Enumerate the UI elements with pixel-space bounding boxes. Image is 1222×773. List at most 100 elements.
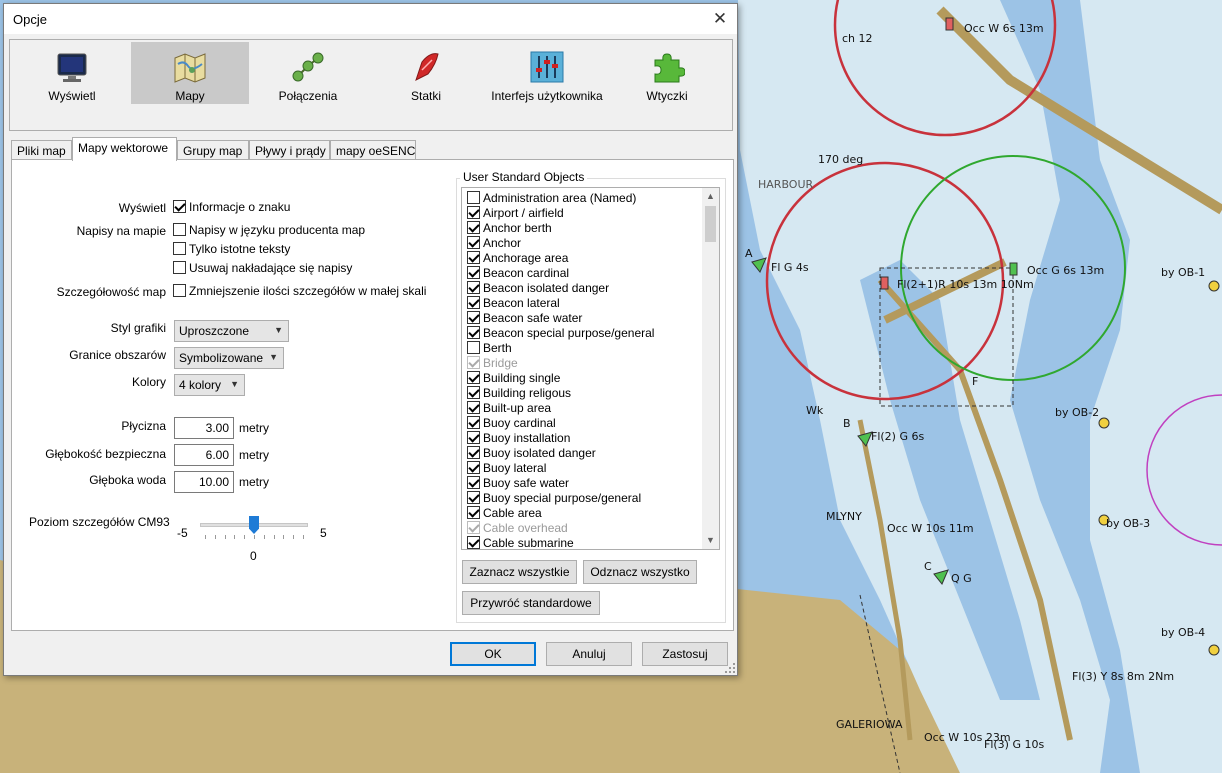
checkbox-box[interactable] [467,236,480,249]
sliders-icon [530,51,564,83]
toolbar-item-connections[interactable]: Połączenia [249,42,367,104]
graphic-style-select[interactable]: Uproszczone ▼ [174,320,289,342]
list-item[interactable]: Anchorage area [467,251,568,266]
restore-defaults-button[interactable]: Przywróć standardowe [462,591,600,615]
scroll-thumb[interactable] [705,206,716,242]
dialog-title: Opcje [13,12,47,27]
deep-water-input[interactable]: 10.00 [174,471,234,493]
ok-button[interactable]: OK [450,642,536,666]
important-text-only-checkbox[interactable]: Tylko istotne teksty [173,242,290,258]
checkbox-box[interactable] [467,221,480,234]
tab-chart-files[interactable]: Pliki map [11,140,72,160]
toolbar-item-charts[interactable]: Mapy [131,42,249,104]
tab-oesenc-charts[interactable]: mapy oeSENC [330,140,416,160]
list-item[interactable]: Buoy special purpose/general [467,491,641,506]
boundaries-select[interactable]: Symbolizowane ▼ [174,347,284,369]
toolbar-item-ships[interactable]: Statki [367,42,485,104]
cancel-button[interactable]: Anuluj [546,642,632,666]
chart-label: F [972,375,979,388]
checkbox-box[interactable] [173,261,186,274]
list-item[interactable]: Building single [467,371,560,386]
checkbox-box[interactable] [467,341,480,354]
colors-select[interactable]: 4 kolory ▼ [174,374,245,396]
list-item[interactable]: Cable submarine [467,536,574,550]
checkbox-box[interactable] [173,284,186,297]
checkbox-box[interactable] [173,200,186,213]
select-all-button[interactable]: Zaznacz wszystkie [462,560,577,584]
select-value: Uproszczone [179,324,250,338]
reduce-detail-checkbox[interactable]: Zmniejszenie ilości szczegółów w małej s… [173,284,426,300]
puzzle-icon [654,53,685,83]
list-item[interactable]: Beacon cardinal [467,266,569,281]
declutter-text-checkbox[interactable]: Usuwaj nakładające się napisy [173,261,352,277]
list-item[interactable]: Buoy installation [467,431,570,446]
list-item[interactable]: Buoy safe water [467,476,569,491]
checkbox-box[interactable] [467,191,480,204]
list-item[interactable]: Beacon safe water [467,311,582,326]
checkbox-box[interactable] [467,266,480,279]
toolbar-item-plugins[interactable]: Wtyczki [608,42,726,104]
checkbox-box[interactable] [467,401,480,414]
list-item[interactable]: Cable area [467,506,542,521]
checkbox-box[interactable] [467,281,480,294]
toolbar-item-display[interactable]: Wyświetl [13,42,131,104]
apply-button[interactable]: Zastosuj [642,642,728,666]
list-item[interactable]: Buoy isolated danger [467,446,596,461]
vertical-scrollbar[interactable]: ▲ ▼ [702,188,719,549]
list-item[interactable]: Beacon lateral [467,296,560,311]
list-item[interactable]: Buoy lateral [467,461,546,476]
tab-tides-currents[interactable]: Pływy i prądy [249,140,330,160]
checkbox-box[interactable] [467,386,480,399]
user-standard-objects-list[interactable]: Administration area (Named) Airport / air… [461,187,720,550]
list-item[interactable]: Administration area (Named) [467,191,636,206]
buoy-icon [1208,280,1220,292]
resize-grip-icon[interactable] [725,663,735,673]
tab-chart-groups[interactable]: Grupy map [177,140,249,160]
deselect-all-button[interactable]: Odznacz wszystko [583,560,697,584]
scroll-up-icon[interactable]: ▲ [702,188,719,205]
checkbox-box[interactable] [467,251,480,264]
chart-label: GALERIOWA [836,718,903,731]
slider-tick [293,535,295,539]
list-item[interactable]: Beacon special purpose/general [467,326,654,341]
checkbox-box[interactable] [467,206,480,219]
checkbox-box[interactable] [467,371,480,384]
list-item[interactable]: Airport / airfield [467,206,564,221]
checkbox-box[interactable] [467,536,480,549]
colors-label: Kolory [131,375,166,389]
chevron-down-icon: ▼ [269,352,278,362]
slider-thumb[interactable] [249,516,259,534]
checkbox-box[interactable] [467,446,480,459]
checkbox-box[interactable] [467,476,480,489]
toolbar-label: Wyświetl [48,89,96,103]
scroll-down-icon[interactable]: ▼ [702,532,719,549]
list-item-label: Beacon special purpose/general [483,326,655,340]
checkbox-box[interactable] [467,506,480,519]
title-bar[interactable]: Opcje ✕ [4,4,737,34]
checkbox-box[interactable] [467,431,480,444]
tab-vector-charts[interactable]: Mapy wektorowe [72,137,177,161]
list-item[interactable]: Berth [467,341,512,356]
checkbox-box[interactable] [467,461,480,474]
list-item[interactable]: Built-up area [467,401,551,416]
list-item-label: Cable submarine [483,536,574,550]
show-object-info-checkbox[interactable]: Informacje o znaku [173,200,290,216]
checkbox-box[interactable] [467,416,480,429]
shallow-depth-input[interactable]: 3.00 [174,417,234,439]
list-item[interactable]: Anchor berth [467,221,552,236]
toolbar-item-user-interface[interactable]: Interfejs użytkownika [485,42,609,104]
national-text-checkbox[interactable]: Napisy w języku producenta map [173,223,365,239]
list-item[interactable]: Anchor [467,236,521,251]
list-item[interactable]: Building religous [467,386,571,401]
checkbox-box[interactable] [467,326,480,339]
list-item[interactable]: Beacon isolated danger [467,281,609,296]
safety-depth-input[interactable]: 6.00 [174,444,234,466]
list-item[interactable]: Buoy cardinal [467,416,556,431]
checkbox-box[interactable] [467,491,480,504]
checkbox-box[interactable] [173,223,186,236]
close-button[interactable]: ✕ [703,4,737,34]
checkbox-box[interactable] [173,242,186,255]
checkbox-box[interactable] [467,296,480,309]
list-item-label: Airport / airfield [483,206,564,220]
checkbox-box[interactable] [467,311,480,324]
